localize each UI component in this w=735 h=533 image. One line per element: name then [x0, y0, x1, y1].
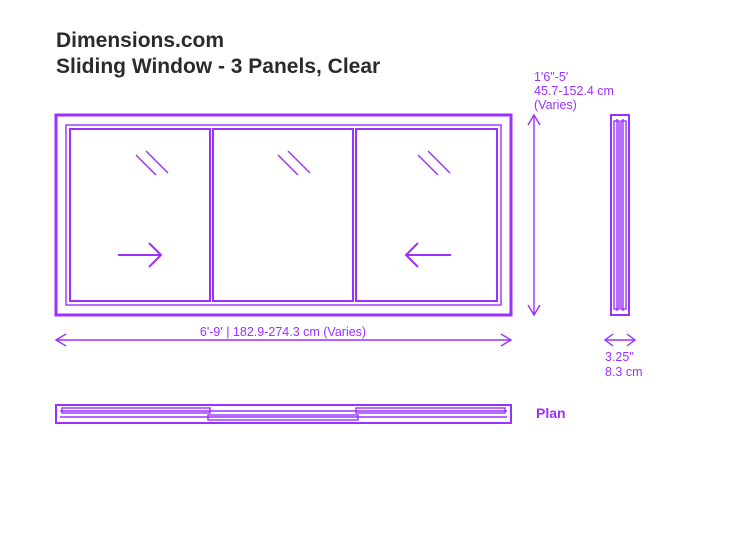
height-dimension: 1'6"-5' 45.7-152.4 cm (Varies)	[528, 70, 614, 315]
depth-dimension: 3.25" 8.3 cm	[605, 334, 643, 379]
plan-label: Plan	[536, 405, 566, 421]
outer-frame	[56, 115, 511, 315]
diagram: 1'6"-5' 45.7-152.4 cm (Varies) 6'-9' | 1…	[56, 115, 681, 505]
glass-reflection-right	[418, 151, 450, 175]
product-name: Sliding Window - 3 Panels, Clear	[56, 54, 380, 80]
side-section	[611, 115, 629, 315]
width-dimension: 6'-9' | 182.9-274.3 cm (Varies)	[56, 325, 511, 346]
slide-arrow-right-icon	[118, 243, 161, 267]
plan-view	[56, 405, 511, 423]
site-name: Dimensions.com	[56, 28, 380, 54]
width-combined: 6'-9' | 182.9-274.3 cm (Varies)	[200, 325, 366, 339]
glass-reflection-center	[278, 151, 310, 175]
height-imperial: 1'6"-5'	[534, 70, 568, 84]
title-block: Dimensions.com Sliding Window - 3 Panels…	[56, 28, 380, 81]
elevation-view	[56, 115, 511, 315]
panel-left	[70, 129, 210, 301]
panel-right	[356, 129, 497, 301]
slide-arrow-left-icon	[406, 243, 451, 267]
height-metric: 45.7-152.4 cm	[534, 84, 614, 98]
height-note: (Varies)	[534, 98, 577, 112]
diagram-svg: 1'6"-5' 45.7-152.4 cm (Varies) 6'-9' | 1…	[56, 115, 681, 505]
depth-metric: 8.3 cm	[605, 365, 643, 379]
panel-center	[213, 129, 353, 301]
glass-reflection-left	[136, 151, 168, 175]
depth-imperial: 3.25"	[605, 350, 634, 364]
inner-frame	[66, 125, 501, 305]
